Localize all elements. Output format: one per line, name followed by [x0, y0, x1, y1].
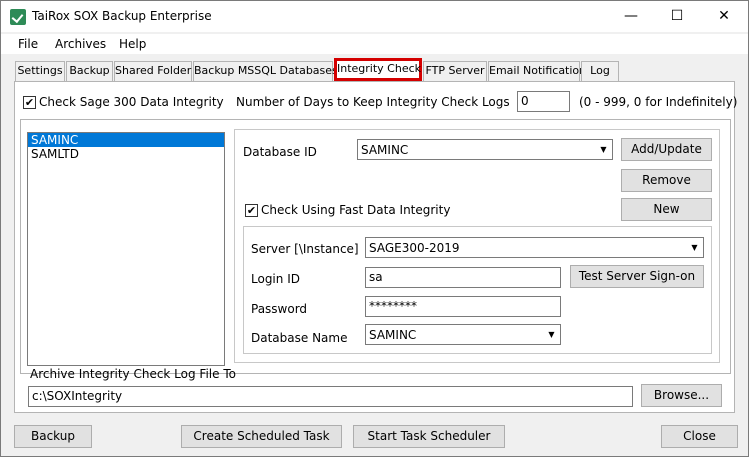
maximize-button[interactable]: ☐: [654, 1, 700, 32]
integrity-check-panel: ✔ Check Sage 300 Data Integrity Number o…: [14, 81, 738, 413]
archive-path-input[interactable]: c:\SOXIntegrity: [28, 386, 633, 407]
chevron-down-icon: ▼: [691, 243, 698, 252]
server-select[interactable]: SAGE300-2019 ▼: [365, 237, 704, 258]
menu-archives[interactable]: Archives: [55, 37, 106, 51]
tab-email-notification[interactable]: Email Notification: [488, 61, 586, 81]
database-name-label: Database Name: [251, 331, 348, 345]
database-name-select[interactable]: SAMINC ▼: [365, 324, 561, 345]
database-name-value: SAMINC: [369, 328, 417, 342]
days-input[interactable]: 0: [517, 91, 570, 112]
backup-button[interactable]: Backup: [14, 425, 92, 448]
database-id-label: Database ID: [243, 145, 317, 159]
tab-log[interactable]: Log: [581, 61, 619, 81]
window-title: TaiRox SOX Backup Enterprise: [32, 9, 212, 23]
server-value: SAGE300-2019: [369, 241, 460, 255]
integrity-check-label: Check Sage 300 Data Integrity: [39, 95, 224, 109]
start-task-scheduler-button[interactable]: Start Task Scheduler: [353, 425, 505, 448]
login-id-label: Login ID: [251, 272, 300, 286]
tab-settings[interactable]: Settings: [15, 61, 65, 81]
integrity-checkbox[interactable]: ✔: [23, 96, 36, 109]
days-hint: (0 - 999, 0 for Indefinitely): [579, 95, 738, 109]
tab-integrity-check[interactable]: Integrity Check: [334, 58, 422, 81]
close-button[interactable]: Close: [661, 425, 738, 448]
new-button[interactable]: New: [621, 198, 712, 221]
title-bar: TaiRox SOX Backup Enterprise — ☐ ✕: [1, 1, 748, 32]
server-label: Server [\Instance]: [251, 242, 359, 256]
tab-backup[interactable]: Backup: [66, 61, 113, 81]
archive-label: Archive Integrity Check Log File To: [30, 367, 236, 381]
app-window: TaiRox SOX Backup Enterprise — ☐ ✕ File …: [0, 0, 749, 457]
days-label: Number of Days to Keep Integrity Check L…: [236, 95, 510, 109]
add-update-button[interactable]: Add/Update: [621, 138, 712, 161]
fast-integrity-label: Check Using Fast Data Integrity: [261, 203, 451, 217]
browse-button[interactable]: Browse...: [641, 384, 722, 407]
create-scheduled-task-button[interactable]: Create Scheduled Task: [181, 425, 342, 448]
list-item[interactable]: SAMLTD: [28, 147, 224, 161]
database-id-select[interactable]: SAMINC ▼: [357, 139, 613, 160]
close-window-button[interactable]: ✕: [701, 1, 747, 32]
test-server-signon-button[interactable]: Test Server Sign-on: [570, 265, 704, 288]
list-item[interactable]: SAMINC: [28, 133, 224, 147]
menu-help[interactable]: Help: [119, 37, 146, 51]
fast-integrity-checkbox[interactable]: ✔: [245, 204, 258, 217]
password-label: Password: [251, 302, 308, 316]
minimize-button[interactable]: —: [608, 1, 654, 32]
login-id-input[interactable]: sa: [365, 267, 561, 288]
menu-file[interactable]: File: [18, 37, 38, 51]
chevron-down-icon: ▼: [600, 145, 607, 154]
remove-button[interactable]: Remove: [621, 169, 712, 192]
tab-backup-mssql[interactable]: Backup MSSQL Databases: [193, 61, 338, 81]
database-id-value: SAMINC: [361, 143, 409, 157]
chevron-down-icon: ▼: [548, 330, 555, 339]
password-input[interactable]: ********: [365, 296, 561, 317]
app-logo-icon: [10, 9, 26, 25]
menu-bar: File Archives Help: [1, 34, 748, 54]
company-list[interactable]: SAMINC SAMLTD: [27, 132, 225, 366]
tab-shared-folder[interactable]: Shared Folder: [114, 61, 192, 81]
tab-ftp-server[interactable]: FTP Server: [423, 61, 487, 81]
